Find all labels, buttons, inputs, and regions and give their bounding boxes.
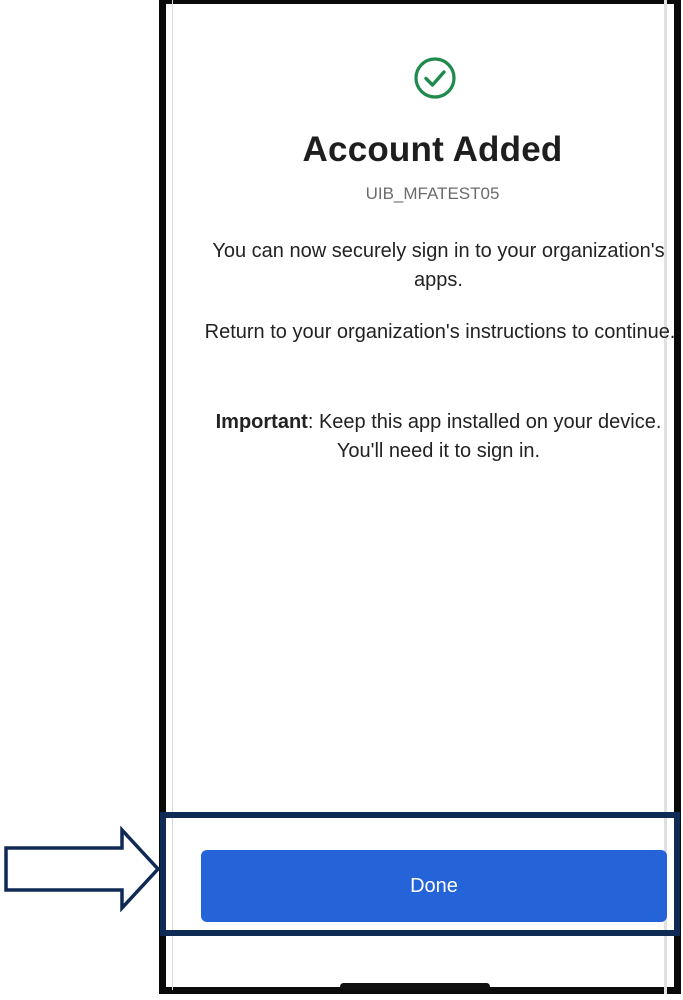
account-name: UIB_MFATEST05 bbox=[365, 184, 500, 203]
home-indicator bbox=[340, 983, 490, 990]
sign-in-message: You can now securely sign in to your org… bbox=[212, 240, 665, 291]
important-message: Important: Keep this app installed on yo… bbox=[196, 408, 681, 466]
screen: Account Added UIB_MFATEST05 You can now … bbox=[0, 0, 683, 1000]
page-title: Account Added bbox=[302, 130, 563, 169]
important-text: : Keep this app installed on your device… bbox=[307, 411, 662, 462]
important-label: Important bbox=[215, 411, 308, 433]
checkmark-circle-icon bbox=[414, 57, 456, 99]
done-button[interactable]: Done bbox=[201, 850, 667, 922]
instructions-message: Return to your organization's instructio… bbox=[204, 321, 676, 343]
right-arrow-icon bbox=[4, 826, 161, 912]
